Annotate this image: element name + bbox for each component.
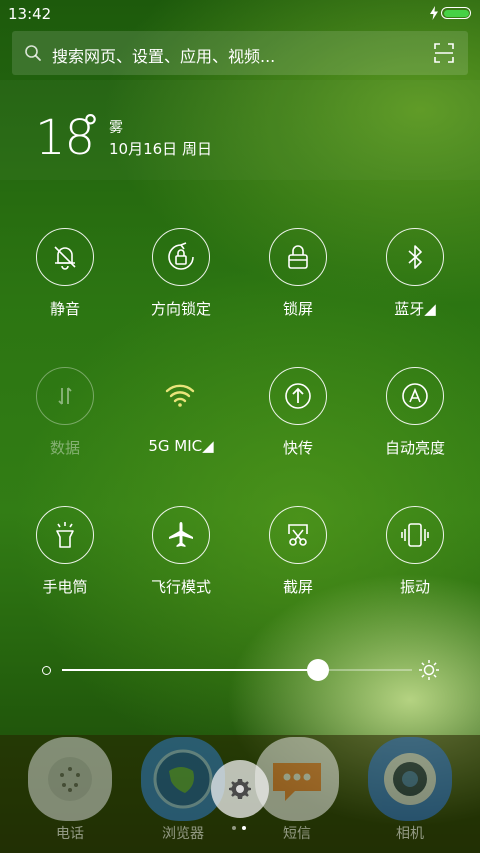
rotation-lock-icon [168,242,194,270]
toggle-label: 数据 [49,439,80,457]
toggle-label: 5G MIC◢ [148,437,214,455]
page-dot [232,826,236,830]
search-placeholder: 搜索网页、设置、应用、视频... [52,47,276,66]
auto-brightness-icon [402,383,428,409]
toggle-wifi[interactable]: 5G MIC◢ [126,367,236,467]
brightness-thumb[interactable] [306,659,329,681]
toggle-circle [269,228,327,286]
airplane-icon [169,522,193,547]
brightness-fill [62,669,318,671]
brightness-slider[interactable] [40,655,445,685]
toggle-circle [152,506,210,564]
bell-off-icon [54,246,76,270]
weather-condition: 雾 [109,120,123,136]
toggle-label: 锁屏 [282,300,313,318]
gear-icon [229,779,251,799]
toggle-circle [386,228,444,286]
toggle-airplane-mode[interactable]: 飞行模式 [126,506,236,606]
scan-icon[interactable] [434,43,454,63]
toggle-label: 蓝牙◢ [394,300,436,318]
toggle-circle [36,506,94,564]
bluetooth-icon [408,245,422,269]
toggle-label: 截屏 [282,578,313,596]
mobile-data-icon [58,387,72,405]
toggle-circle [269,367,327,425]
toggle-circle [386,506,444,564]
camera-app-icon [368,737,452,821]
toggle-rotation-lock[interactable]: 方向锁定 [126,228,236,328]
page-dot-active [242,826,246,830]
screenshot-icon [288,524,308,546]
toggle-lock-screen[interactable]: 锁屏 [243,228,353,328]
messages-app-icon [255,737,339,821]
toggle-mobile-data[interactable]: 数据 [10,367,120,467]
flashlight-icon [56,522,74,548]
search-bar[interactable]: 搜索网页、设置、应用、视频... [12,31,468,75]
toggle-auto-brightness[interactable]: 自动亮度 [360,367,470,467]
settings-button[interactable] [211,760,269,818]
toggle-circle [36,367,94,425]
app-name: 短信 [283,826,311,842]
toggle-vibrate[interactable]: 振动 [360,506,470,606]
vibrate-icon [401,523,429,547]
toggle-bluetooth[interactable]: 蓝牙◢ [360,228,470,328]
weather-degree: ° [82,108,99,148]
toggle-label: 手电筒 [42,578,88,596]
toggle-circle [386,367,444,425]
toggle-label: 振动 [399,578,430,596]
brightness-high-icon [419,660,439,680]
page-indicator [232,826,248,832]
toggle-label: 方向锁定 [150,300,211,318]
app-name: 电话 [56,826,84,842]
status-bar: 13:42 [0,0,480,28]
lock-icon [288,245,308,269]
toggle-circle [152,367,210,425]
toggle-label: 飞行模式 [150,578,211,596]
battery-icon [441,7,471,19]
battery-level [443,9,469,17]
brightness-low-icon [42,666,51,675]
toggle-label: 快传 [282,439,313,457]
search-icon [25,45,41,61]
toggle-flashlight[interactable]: 手电筒 [10,506,120,606]
toggle-label: 静音 [49,300,80,318]
wifi-icon [165,384,195,407]
app-name: 浏览器 [162,826,204,842]
toggle-quick-share[interactable]: 快传 [243,367,353,467]
app-camera[interactable]: 相机 [360,735,460,845]
quick-share-icon [285,383,311,409]
app-phone[interactable]: 电话 [20,735,120,845]
brightness-track[interactable] [62,659,412,681]
toggle-screenshot[interactable]: 截屏 [243,506,353,606]
toggle-label: 自动亮度 [384,439,445,457]
phone-app-icon [28,737,112,821]
toggle-silent[interactable]: 静音 [10,228,120,328]
weather-date: 10月16日 周日 [109,140,212,158]
toggle-circle [269,506,327,564]
toggle-circle [36,228,94,286]
app-name: 相机 [396,826,424,842]
status-time: 13:42 [8,5,52,23]
toggle-circle [152,228,210,286]
charging-bolt-icon [430,6,438,20]
